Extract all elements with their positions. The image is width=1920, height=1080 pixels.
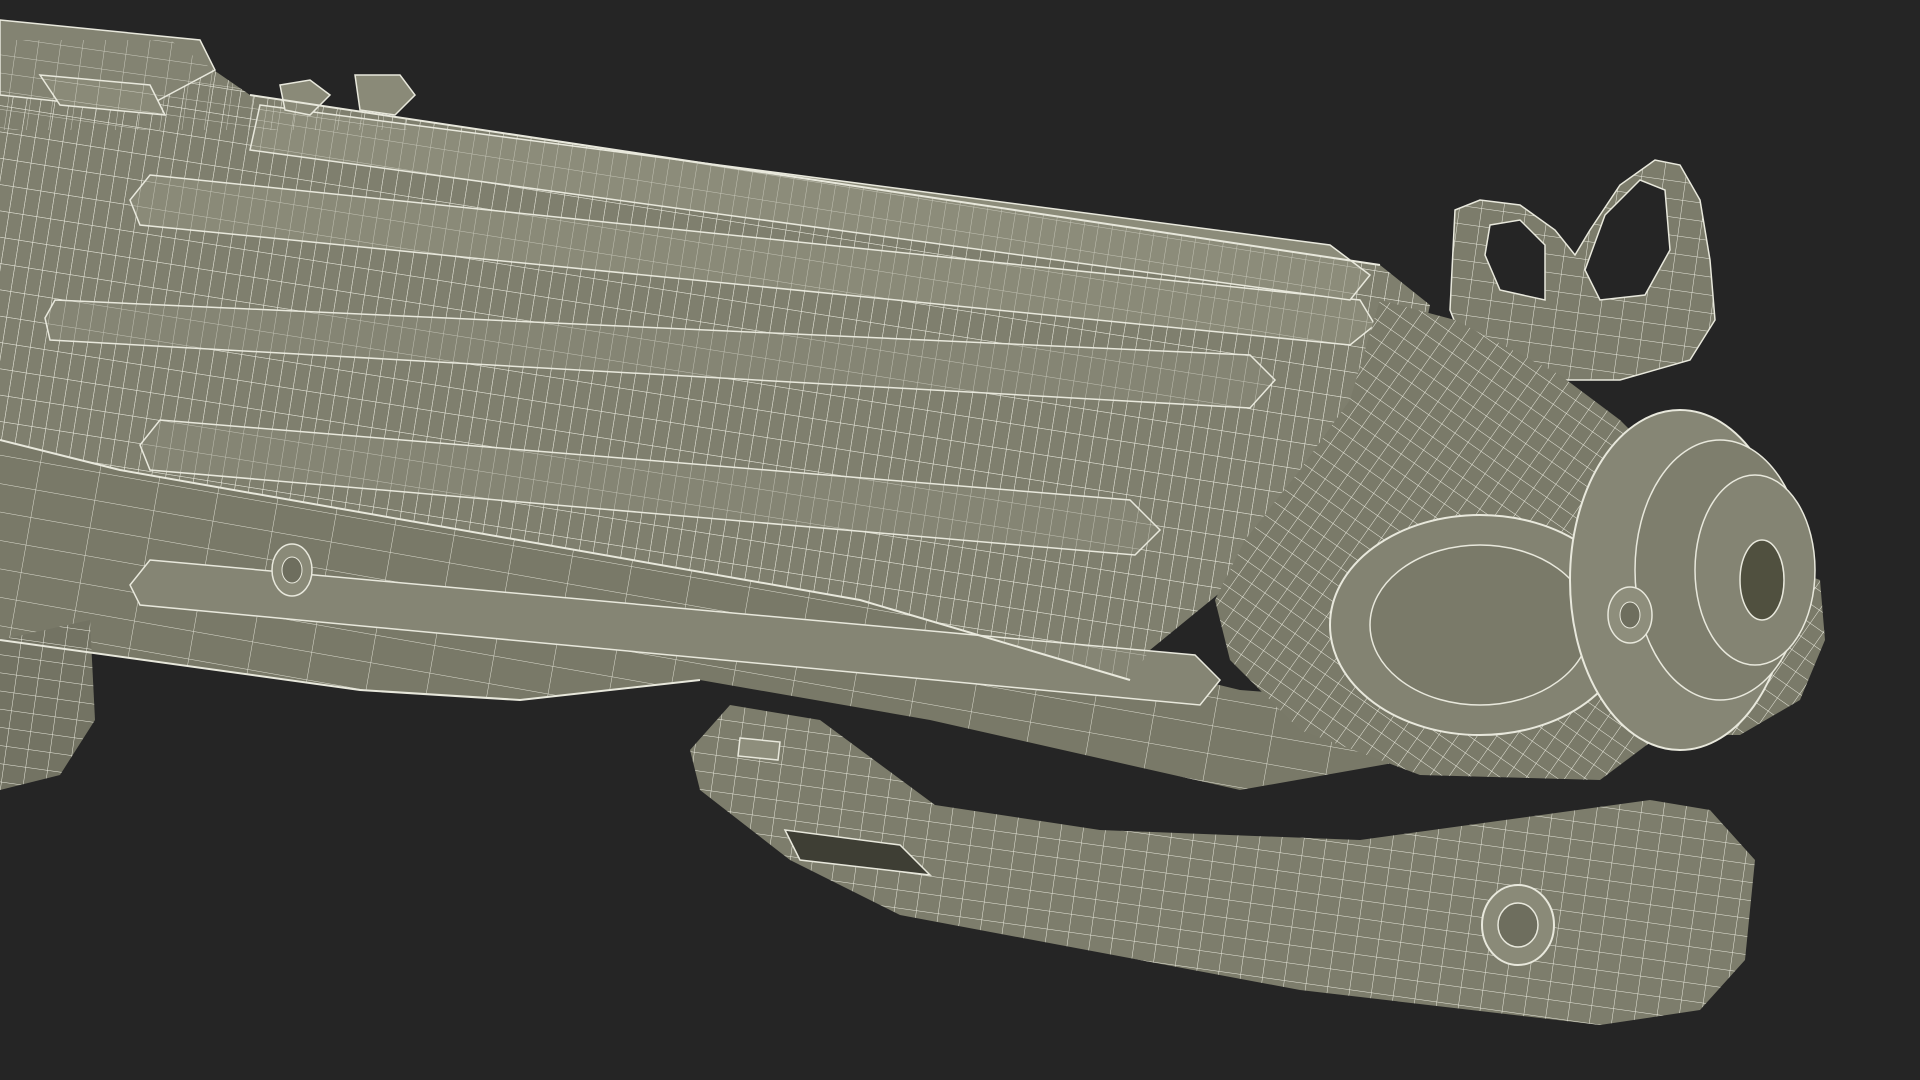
- wireframe-model-render: [0, 19, 1825, 1025]
- render-viewport: [0, 0, 1920, 1080]
- stock-bolt: [271, 543, 313, 597]
